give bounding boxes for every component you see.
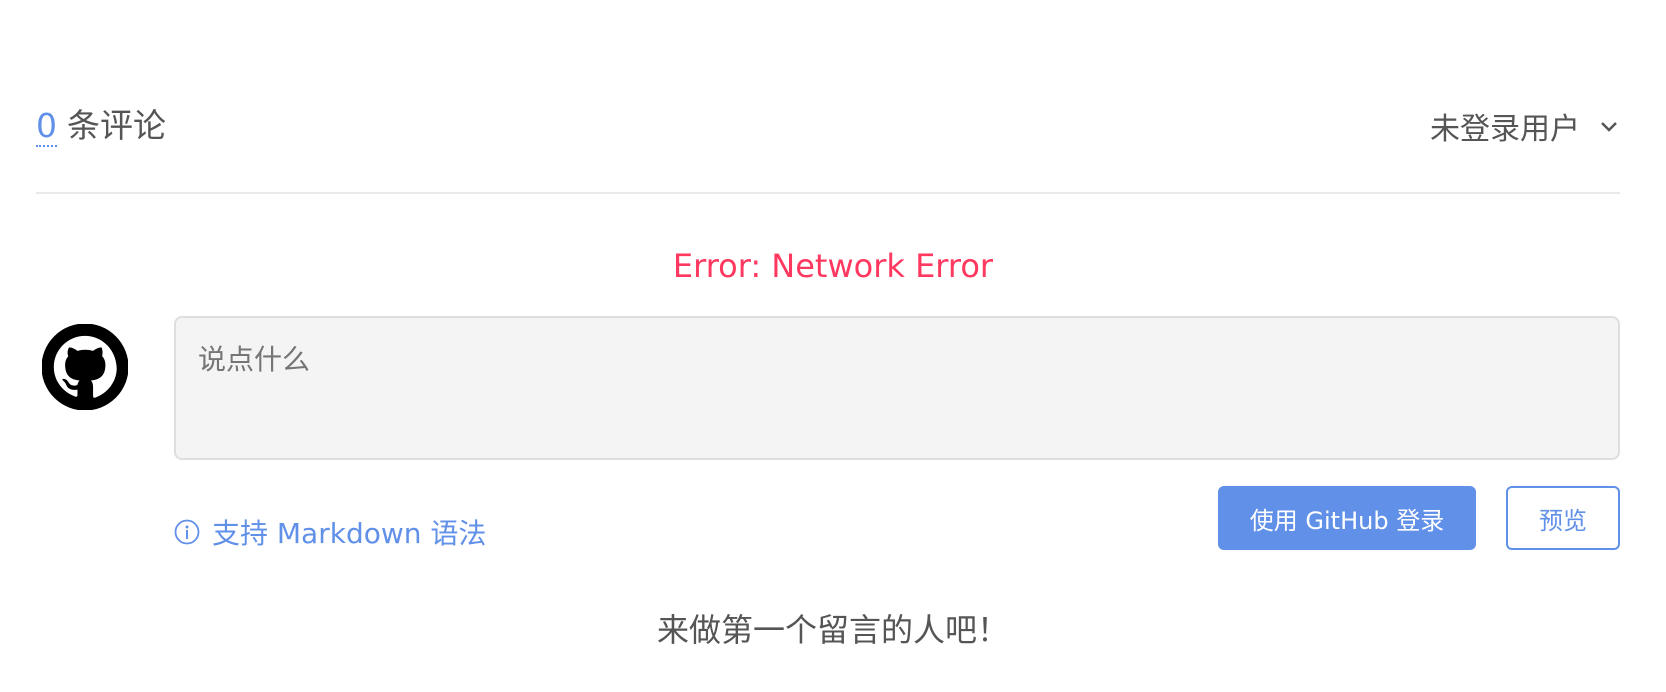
comment-count-label: 条评论 <box>67 106 166 145</box>
empty-state-message: 来做第一个留言的人吧！ <box>656 611 1009 649</box>
github-login-button[interactable]: 使用 GitHub 登录 <box>1218 486 1476 550</box>
comments-header: 0 条评论 未登录用户 <box>36 96 1620 194</box>
error-message: Error: Network Error <box>672 247 994 285</box>
user-menu[interactable]: 未登录用户 <box>1430 104 1620 148</box>
user-menu-label: 未登录用户 <box>1430 112 1580 147</box>
chevron-down-icon <box>1601 122 1617 132</box>
comment-input[interactable] <box>176 318 1618 458</box>
info-icon <box>174 519 200 545</box>
comment-count-number: 0 <box>36 106 57 147</box>
comment-editor <box>174 316 1620 460</box>
comment-count: 0 条评论 <box>36 104 166 148</box>
markdown-hint-label: 支持 Markdown 语法 <box>212 517 487 550</box>
github-icon <box>42 324 128 410</box>
markdown-hint-link[interactable]: 支持 Markdown 语法 <box>174 512 486 552</box>
preview-button[interactable]: 预览 <box>1506 486 1620 550</box>
